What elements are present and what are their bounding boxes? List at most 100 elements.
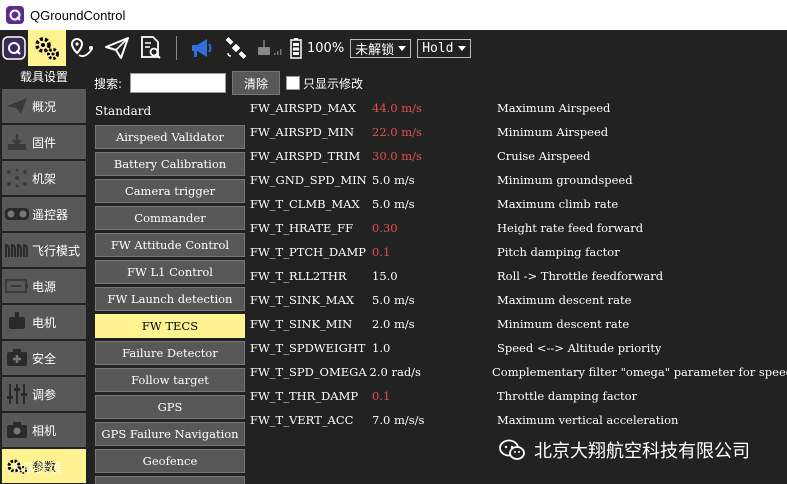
- group-button[interactable]: Failure Detector: [95, 341, 245, 365]
- battery-indicator[interactable]: [287, 30, 305, 66]
- sidebar-item-motors[interactable]: 电机: [2, 305, 86, 339]
- group-button[interactable]: Camera trigger: [95, 179, 245, 203]
- param-name: FW_T_THR_DAMP: [250, 389, 359, 403]
- power-icon: [2, 277, 32, 295]
- group-button[interactable]: Follow target: [95, 368, 245, 392]
- rc-rssi-indicator[interactable]: [253, 30, 287, 66]
- parameter-row[interactable]: FW_T_SINK_MAX 5.0 m/s Maximum descent rate: [250, 288, 787, 312]
- group-button[interactable]: Battery Calibration: [95, 152, 245, 176]
- sidebar-item-label: 相机: [32, 423, 57, 438]
- parameter-row[interactable]: FW_GND_SPD_MIN 5.0 m/s Minimum groundspeed: [250, 168, 787, 192]
- waypoint-plan-icon: [70, 37, 93, 58]
- battery-percentage: 100%: [307, 40, 345, 56]
- parameter-row[interactable]: FW_T_CLMB_MAX 5.0 m/s Maximum climb rate: [250, 192, 787, 216]
- sidebar-item-flight-modes[interactable]: 飞行模式: [2, 233, 86, 267]
- param-value: 0.30: [372, 221, 398, 235]
- sidebar-item-safety[interactable]: 安全: [2, 341, 86, 375]
- group-button-selected[interactable]: FW TECS: [95, 314, 245, 338]
- tuning-sliders-icon: [2, 382, 32, 406]
- parameter-row[interactable]: FW_AIRSPD_MIN 22.0 m/s Minimum Airspeed: [250, 120, 787, 144]
- group-category-header: Standard: [95, 104, 152, 118]
- param-value: 2.0 rad/s: [369, 365, 421, 379]
- param-value: 7.0 m/s/s: [372, 413, 425, 427]
- sidebar-item-power[interactable]: 电源: [2, 269, 86, 303]
- airframe-icon: [2, 167, 32, 189]
- parameter-row[interactable]: FW_T_HRATE_FF 0.30 Height rate feed forwar…: [250, 216, 787, 240]
- param-name: FW_T_SPDWEIGHT: [250, 341, 366, 355]
- group-button[interactable]: Geofence: [95, 449, 245, 473]
- sidebar-item-label: 固件: [32, 135, 57, 150]
- vehicle-setup-button[interactable]: [28, 30, 66, 66]
- search-input[interactable]: [130, 73, 227, 93]
- plane-icon: [2, 96, 32, 116]
- sidebar-item-label: 遥控器: [32, 207, 69, 222]
- param-description: Maximum Airspeed: [497, 101, 611, 115]
- camera-icon: [2, 420, 32, 440]
- group-button[interactable]: FW L1 Control: [95, 260, 245, 284]
- sidebar-item-firmware[interactable]: 固件: [2, 125, 86, 159]
- safety-icon: [2, 347, 32, 369]
- param-description: Maximum vertical acceleration: [497, 413, 679, 427]
- param-value: 0.1: [372, 245, 391, 259]
- param-description: Minimum Airspeed: [497, 125, 609, 139]
- param-name: FW_T_VERT_ACC: [250, 413, 354, 427]
- param-description: Roll -> Throttle feedforward: [497, 269, 664, 283]
- paper-plane-icon: [105, 37, 129, 59]
- param-value: 5.0 m/s: [372, 173, 415, 187]
- param-name: FW_GND_SPD_MIN: [250, 173, 367, 187]
- group-button[interactable]: GPS: [95, 395, 245, 419]
- flight-modes-icon: [2, 241, 32, 259]
- parameter-table: FW_AIRSPD_MAX 44.0 m/s Maximum Airspeed FW…: [250, 96, 787, 432]
- sidebar-item-label: 机架: [32, 171, 57, 186]
- parameter-row[interactable]: FW_T_SPDWEIGHT 1.0 Speed <--> Altitude pri…: [250, 336, 787, 360]
- sidebar-item-radio[interactable]: 遥控器: [2, 197, 86, 231]
- sidebar-item-camera[interactable]: 相机: [2, 413, 86, 447]
- arm-status-dropdown[interactable]: 未解锁: [350, 38, 412, 58]
- sidebar-item-airframe[interactable]: 机架: [2, 161, 86, 195]
- group-button[interactable]: GPS Failure Navigation: [95, 422, 245, 446]
- param-name: FW_AIRSPD_TRIM: [250, 149, 361, 163]
- parameter-row[interactable]: FW_T_RLL2THR 15.0 Roll -> Throttle feedfor…: [250, 264, 787, 288]
- sidebar-item-label: 调参: [32, 387, 57, 402]
- group-button[interactable]: FW Attitude Control: [95, 233, 245, 257]
- show-modified-checkbox[interactable]: [286, 76, 301, 90]
- qgc-logo-button[interactable]: [0, 30, 28, 66]
- param-description: Throttle damping factor: [497, 389, 638, 403]
- clear-button[interactable]: 清除: [232, 71, 281, 95]
- group-button[interactable]: Airspeed Validator: [95, 125, 245, 149]
- chevron-down-icon: [457, 45, 466, 51]
- parameter-row[interactable]: FW_T_THR_DAMP 0.1 Throttle damping factor: [250, 384, 787, 408]
- param-name: FW_T_HRATE_FF: [250, 221, 354, 235]
- messages-indicator[interactable]: [185, 30, 219, 66]
- parameter-row[interactable]: FW_T_SPD_OMEGA 2.0 rad/s Complementary fil…: [250, 360, 787, 384]
- parameter-row[interactable]: FW_T_VERT_ACC 7.0 m/s/s Maximum vertical a…: [250, 408, 787, 432]
- analyze-view-button[interactable]: [134, 30, 168, 66]
- group-button[interactable]: Commander: [95, 206, 245, 230]
- radio-controller-icon: [2, 205, 32, 223]
- gps-indicator[interactable]: [219, 30, 253, 66]
- parameter-row[interactable]: FW_T_PTCH_DAMP 0.1 Pitch damping factor: [250, 240, 787, 264]
- parameter-row[interactable]: FW_AIRSPD_MAX 44.0 m/s Maximum Airspeed: [250, 96, 787, 120]
- sidebar-item-label: 电源: [32, 279, 57, 294]
- group-button[interactable]: FW Launch detection: [95, 287, 245, 311]
- search-row: 搜索: 清除 只显示修改: [92, 70, 363, 96]
- sidebar-item-tuning[interactable]: 调参: [2, 377, 86, 411]
- param-description: Cruise Airspeed: [497, 149, 591, 163]
- param-name: FW_T_CLMB_MAX: [250, 197, 360, 211]
- plan-view-button[interactable]: [66, 30, 100, 66]
- wechat-icon: [498, 436, 526, 464]
- param-value: 5.0 m/s: [372, 293, 415, 307]
- motors-icon: [2, 311, 32, 333]
- show-modified-label: 只显示修改: [303, 76, 364, 91]
- group-button[interactable]: [95, 476, 245, 484]
- parameter-row[interactable]: FW_AIRSPD_TRIM 30.0 m/s Cruise Airspeed: [250, 144, 787, 168]
- parameter-row[interactable]: FW_T_SINK_MIN 2.0 m/s Minimum descent rate: [250, 312, 787, 336]
- fly-view-button[interactable]: [100, 30, 134, 66]
- sidebar-item-summary[interactable]: 概况: [2, 89, 86, 123]
- main-toolbar: 100% 未解锁 Hold: [0, 30, 787, 66]
- sidebar-item-label: 安全: [32, 351, 57, 366]
- flight-mode-dropdown[interactable]: Hold: [417, 38, 471, 58]
- param-description: Pitch damping factor: [497, 245, 620, 259]
- chevron-down-icon: [398, 45, 407, 51]
- param-description: Height rate feed forward: [497, 221, 644, 235]
